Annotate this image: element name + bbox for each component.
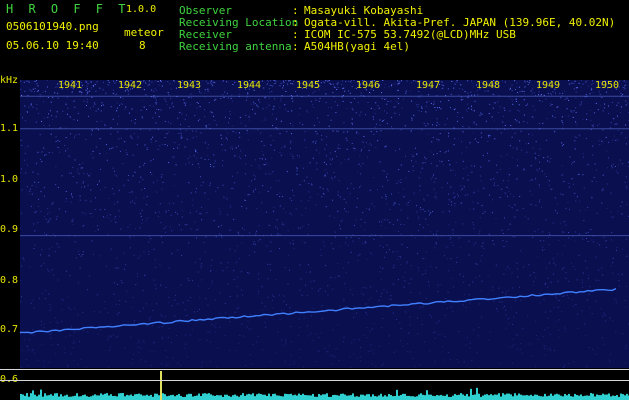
x-tick-label: 1945 bbox=[296, 80, 321, 91]
hroftt-display: H R O F F T 1.0.0 0506101940.png meteor … bbox=[0, 0, 629, 400]
x-tick-label: 1946 bbox=[356, 80, 381, 91]
x-tick-label: 1943 bbox=[177, 80, 202, 91]
antenna-value: A504HB(yagi 4el) bbox=[304, 40, 410, 53]
app-title: H R O F F T bbox=[6, 2, 130, 16]
datetime: 05.06.10 19:40 bbox=[6, 39, 99, 52]
x-tick-label: 1949 bbox=[536, 80, 561, 91]
spectrogram-canvas bbox=[19, 80, 629, 400]
y-tick-label: 1.1 bbox=[0, 123, 19, 134]
antenna-label: Receiving antenna bbox=[179, 40, 292, 53]
x-tick-label: 1942 bbox=[118, 80, 143, 91]
meter-separator-top bbox=[0, 369, 629, 370]
y-tick-label: 0.9 bbox=[0, 224, 19, 235]
meter-separator-mid bbox=[0, 380, 629, 381]
x-tick-label: 1947 bbox=[416, 80, 441, 91]
filename: 0506101940.png bbox=[6, 20, 99, 33]
spectrogram-background bbox=[20, 80, 629, 368]
x-tick-label: 1950 bbox=[595, 80, 620, 91]
y-tick-label: 1.0 bbox=[0, 174, 19, 185]
mode-label: meteor bbox=[124, 26, 164, 39]
y-tick-label: 0.8 bbox=[0, 275, 19, 286]
app-version: 1.0.0 bbox=[126, 4, 157, 15]
x-tick-label: 1944 bbox=[237, 80, 262, 91]
axis-unit: kHz bbox=[0, 75, 19, 86]
x-tick-label: 1941 bbox=[58, 80, 83, 91]
colon: : bbox=[292, 40, 299, 53]
meteor-count: 8 bbox=[139, 39, 146, 52]
x-tick-label: 1948 bbox=[476, 80, 501, 91]
y-tick-label: 0.7 bbox=[0, 324, 19, 335]
